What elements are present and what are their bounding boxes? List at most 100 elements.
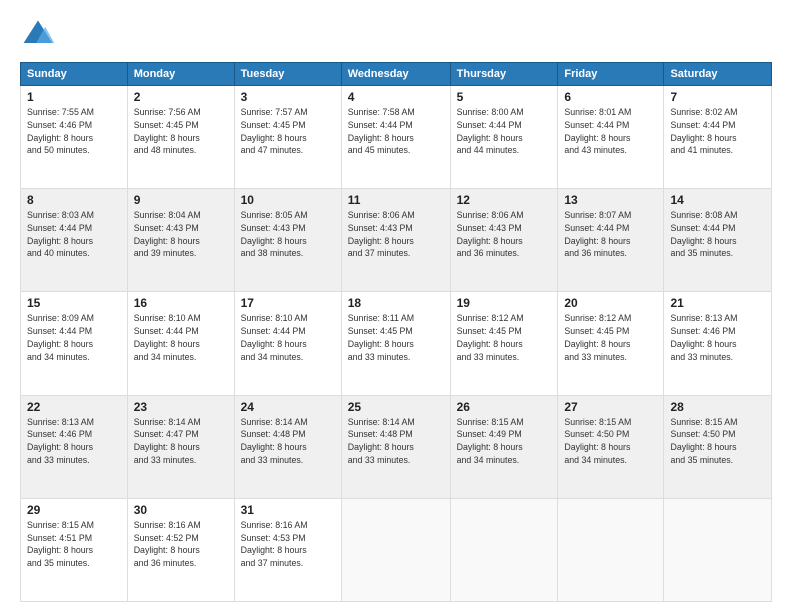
col-tuesday: Tuesday (234, 63, 341, 86)
day-info: Sunrise: 7:56 AM Sunset: 4:45 PM Dayligh… (134, 106, 228, 157)
day-info: Sunrise: 8:14 AM Sunset: 4:48 PM Dayligh… (241, 416, 335, 467)
day-info: Sunrise: 8:04 AM Sunset: 4:43 PM Dayligh… (134, 209, 228, 260)
day-number: 5 (457, 90, 552, 104)
day-info: Sunrise: 8:14 AM Sunset: 4:47 PM Dayligh… (134, 416, 228, 467)
calendar-cell: 23 Sunrise: 8:14 AM Sunset: 4:47 PM Dayli… (127, 395, 234, 498)
header-row: Sunday Monday Tuesday Wednesday Thursday… (21, 63, 772, 86)
day-info: Sunrise: 8:07 AM Sunset: 4:44 PM Dayligh… (564, 209, 657, 260)
calendar-cell (341, 498, 450, 601)
calendar-cell (450, 498, 558, 601)
calendar-cell: 10 Sunrise: 8:05 AM Sunset: 4:43 PM Dayli… (234, 189, 341, 292)
calendar-cell: 28 Sunrise: 8:15 AM Sunset: 4:50 PM Dayli… (664, 395, 772, 498)
logo-icon (20, 16, 56, 52)
calendar-cell: 12Sunrise: 8:06 AM Sunset: 4:43 PM Dayli… (450, 189, 558, 292)
day-info: Sunrise: 8:10 AM Sunset: 4:44 PM Dayligh… (241, 312, 335, 363)
day-number: 28 (670, 400, 765, 414)
day-info: Sunrise: 8:13 AM Sunset: 4:46 PM Dayligh… (670, 312, 765, 363)
calendar-table: Sunday Monday Tuesday Wednesday Thursday… (20, 62, 772, 602)
day-number: 23 (134, 400, 228, 414)
calendar-cell: 14Sunrise: 8:08 AM Sunset: 4:44 PM Dayli… (664, 189, 772, 292)
week-row: 15 Sunrise: 8:09 AM Sunset: 4:44 PM Dayli… (21, 292, 772, 395)
calendar-cell: 9 Sunrise: 8:04 AM Sunset: 4:43 PM Daylig… (127, 189, 234, 292)
day-info: Sunrise: 8:01 AM Sunset: 4:44 PM Dayligh… (564, 106, 657, 157)
col-sunday: Sunday (21, 63, 128, 86)
day-info: Sunrise: 8:14 AM Sunset: 4:48 PM Dayligh… (348, 416, 444, 467)
day-info: Sunrise: 8:16 AM Sunset: 4:53 PM Dayligh… (241, 519, 335, 570)
day-info: Sunrise: 8:13 AM Sunset: 4:46 PM Dayligh… (27, 416, 121, 467)
day-number: 21 (670, 296, 765, 310)
day-number: 18 (348, 296, 444, 310)
day-info: Sunrise: 8:15 AM Sunset: 4:49 PM Dayligh… (457, 416, 552, 467)
day-info: Sunrise: 8:09 AM Sunset: 4:44 PM Dayligh… (27, 312, 121, 363)
day-info: Sunrise: 8:15 AM Sunset: 4:50 PM Dayligh… (670, 416, 765, 467)
col-wednesday: Wednesday (341, 63, 450, 86)
calendar-cell: 24 Sunrise: 8:14 AM Sunset: 4:48 PM Dayli… (234, 395, 341, 498)
day-info: Sunrise: 7:58 AM Sunset: 4:44 PM Dayligh… (348, 106, 444, 157)
calendar-cell: 19 Sunrise: 8:12 AM Sunset: 4:45 PM Dayli… (450, 292, 558, 395)
calendar-cell (664, 498, 772, 601)
day-info: Sunrise: 8:00 AM Sunset: 4:44 PM Dayligh… (457, 106, 552, 157)
day-number: 1 (27, 90, 121, 104)
calendar-cell: 22 Sunrise: 8:13 AM Sunset: 4:46 PM Dayli… (21, 395, 128, 498)
day-number: 29 (27, 503, 121, 517)
calendar-cell: 17Sunrise: 8:10 AM Sunset: 4:44 PM Dayli… (234, 292, 341, 395)
calendar-header: Sunday Monday Tuesday Wednesday Thursday… (21, 63, 772, 86)
calendar-cell: 15 Sunrise: 8:09 AM Sunset: 4:44 PM Dayli… (21, 292, 128, 395)
calendar-cell: 18 Sunrise: 8:11 AM Sunset: 4:45 PM Dayli… (341, 292, 450, 395)
calendar-cell: 11Sunrise: 8:06 AM Sunset: 4:43 PM Dayli… (341, 189, 450, 292)
calendar-cell: 30 Sunrise: 8:16 AM Sunset: 4:52 PM Dayli… (127, 498, 234, 601)
col-monday: Monday (127, 63, 234, 86)
day-info: Sunrise: 8:11 AM Sunset: 4:45 PM Dayligh… (348, 312, 444, 363)
calendar-cell: 20Sunrise: 8:12 AM Sunset: 4:45 PM Dayli… (558, 292, 664, 395)
day-number: 9 (134, 193, 228, 207)
day-info: Sunrise: 8:16 AM Sunset: 4:52 PM Dayligh… (134, 519, 228, 570)
calendar-cell (558, 498, 664, 601)
week-row: 22 Sunrise: 8:13 AM Sunset: 4:46 PM Dayli… (21, 395, 772, 498)
header (20, 16, 772, 52)
calendar-cell: 25Sunrise: 8:14 AM Sunset: 4:48 PM Dayli… (341, 395, 450, 498)
calendar-cell: 31 Sunrise: 8:16 AM Sunset: 4:53 PM Dayli… (234, 498, 341, 601)
day-info: Sunrise: 8:12 AM Sunset: 4:45 PM Dayligh… (457, 312, 552, 363)
calendar-cell: 21 Sunrise: 8:13 AM Sunset: 4:46 PM Dayli… (664, 292, 772, 395)
col-friday: Friday (558, 63, 664, 86)
day-number: 3 (241, 90, 335, 104)
calendar-cell: 6 Sunrise: 8:01 AM Sunset: 4:44 PM Daylig… (558, 86, 664, 189)
week-row: 29 Sunrise: 8:15 AM Sunset: 4:51 PM Dayli… (21, 498, 772, 601)
calendar-cell: 16Sunrise: 8:10 AM Sunset: 4:44 PM Dayli… (127, 292, 234, 395)
day-number: 2 (134, 90, 228, 104)
calendar-cell: 3Sunrise: 7:57 AM Sunset: 4:45 PM Daylig… (234, 86, 341, 189)
day-number: 22 (27, 400, 121, 414)
day-info: Sunrise: 8:15 AM Sunset: 4:51 PM Dayligh… (27, 519, 121, 570)
calendar-cell: 13 Sunrise: 8:07 AM Sunset: 4:44 PM Dayli… (558, 189, 664, 292)
day-number: 26 (457, 400, 552, 414)
calendar-cell: 7 Sunrise: 8:02 AM Sunset: 4:44 PM Daylig… (664, 86, 772, 189)
day-number: 15 (27, 296, 121, 310)
day-info: Sunrise: 8:15 AM Sunset: 4:50 PM Dayligh… (564, 416, 657, 467)
calendar-body: 1Sunrise: 7:55 AM Sunset: 4:46 PM Daylig… (21, 86, 772, 602)
day-number: 8 (27, 193, 121, 207)
day-number: 11 (348, 193, 444, 207)
week-row: 8 Sunrise: 8:03 AM Sunset: 4:44 PM Daylig… (21, 189, 772, 292)
day-number: 7 (670, 90, 765, 104)
day-number: 14 (670, 193, 765, 207)
page: Sunday Monday Tuesday Wednesday Thursday… (0, 0, 792, 612)
calendar-cell: 5 Sunrise: 8:00 AM Sunset: 4:44 PM Daylig… (450, 86, 558, 189)
day-number: 13 (564, 193, 657, 207)
day-number: 30 (134, 503, 228, 517)
day-number: 24 (241, 400, 335, 414)
calendar-cell: 8 Sunrise: 8:03 AM Sunset: 4:44 PM Daylig… (21, 189, 128, 292)
calendar-cell: 4Sunrise: 7:58 AM Sunset: 4:44 PM Daylig… (341, 86, 450, 189)
day-number: 6 (564, 90, 657, 104)
day-info: Sunrise: 8:05 AM Sunset: 4:43 PM Dayligh… (241, 209, 335, 260)
day-info: Sunrise: 8:02 AM Sunset: 4:44 PM Dayligh… (670, 106, 765, 157)
day-info: Sunrise: 8:10 AM Sunset: 4:44 PM Dayligh… (134, 312, 228, 363)
day-number: 10 (241, 193, 335, 207)
day-number: 12 (457, 193, 552, 207)
col-thursday: Thursday (450, 63, 558, 86)
calendar-cell: 2 Sunrise: 7:56 AM Sunset: 4:45 PM Daylig… (127, 86, 234, 189)
calendar-cell: 1Sunrise: 7:55 AM Sunset: 4:46 PM Daylig… (21, 86, 128, 189)
day-number: 19 (457, 296, 552, 310)
day-info: Sunrise: 8:03 AM Sunset: 4:44 PM Dayligh… (27, 209, 121, 260)
day-number: 20 (564, 296, 657, 310)
day-number: 31 (241, 503, 335, 517)
